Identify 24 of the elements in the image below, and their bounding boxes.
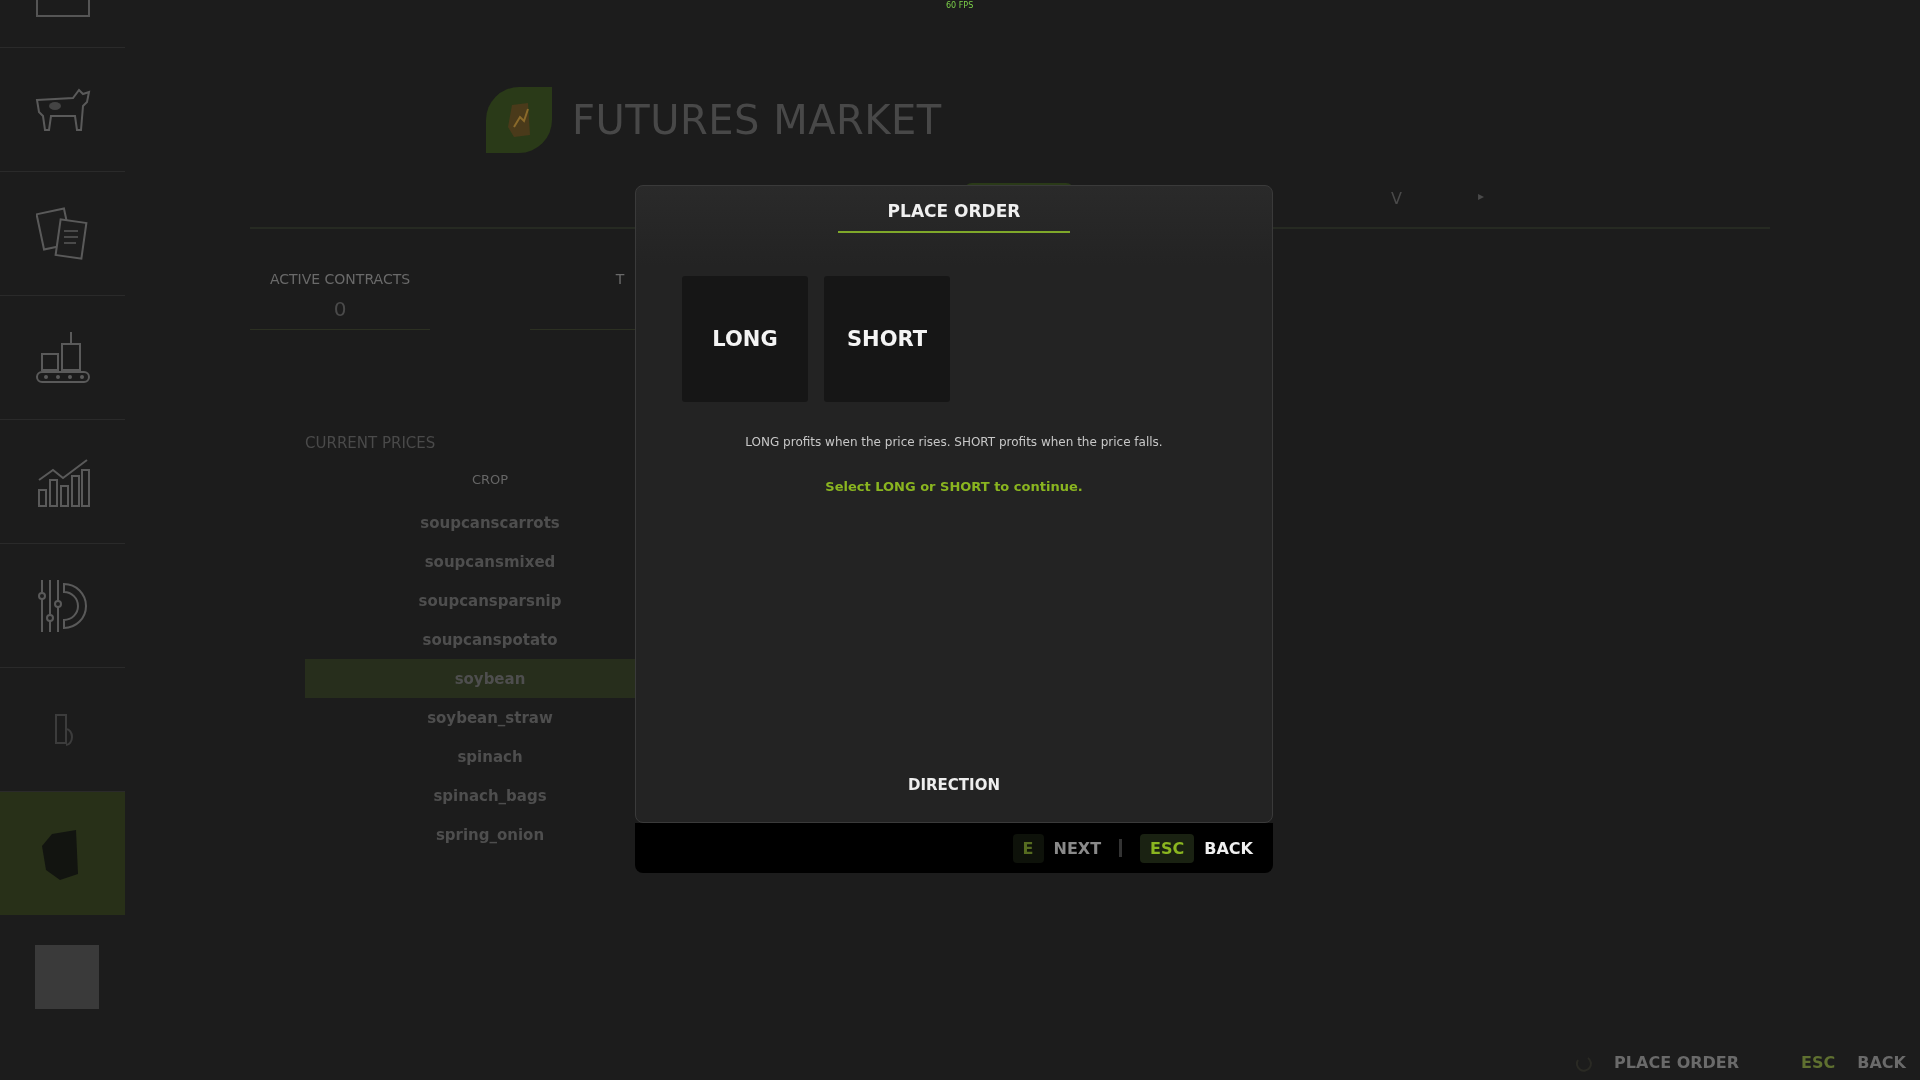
- bottom-action[interactable]: BACK: [1857, 1053, 1906, 1072]
- conveyor-icon: [33, 329, 92, 386]
- footer-action[interactable]: BACK: [1204, 838, 1253, 858]
- fps-counter: 60 FPS: [946, 1, 974, 10]
- info-text: LONG profits when the price rises. SHORT profits when the price falls.: [745, 435, 1163, 449]
- dialog-title: PLACE ORDER: [837, 193, 1071, 233]
- documents-icon: [35, 206, 90, 261]
- settings-icon: [35, 577, 90, 634]
- sidebar-item[interactable]: [0, 0, 125, 48]
- prompt-text: Select LONG or SHORT to continue.: [825, 479, 1083, 494]
- direction-option[interactable]: LONG: [682, 276, 808, 402]
- step-label: DIRECTION: [908, 776, 1000, 794]
- stat-label: ACTIVE CONTRACTS: [269, 271, 411, 287]
- futures-logo-icon: [486, 87, 552, 153]
- stat-label: T: [615, 271, 625, 287]
- key-hint: ESC: [1801, 1053, 1836, 1072]
- next-tab-arrow[interactable]: ▸: [1478, 189, 1485, 203]
- column-header: CROP: [470, 472, 510, 487]
- sidebar-item[interactable]: [0, 792, 125, 915]
- key-hint: E: [1012, 833, 1044, 863]
- monitor-icon: [34, 0, 91, 20]
- bottom-action[interactable]: PLACE ORDER: [1614, 1053, 1740, 1072]
- direction-option[interactable]: SHORT: [824, 276, 950, 402]
- key-hint: ESC: [1140, 833, 1195, 863]
